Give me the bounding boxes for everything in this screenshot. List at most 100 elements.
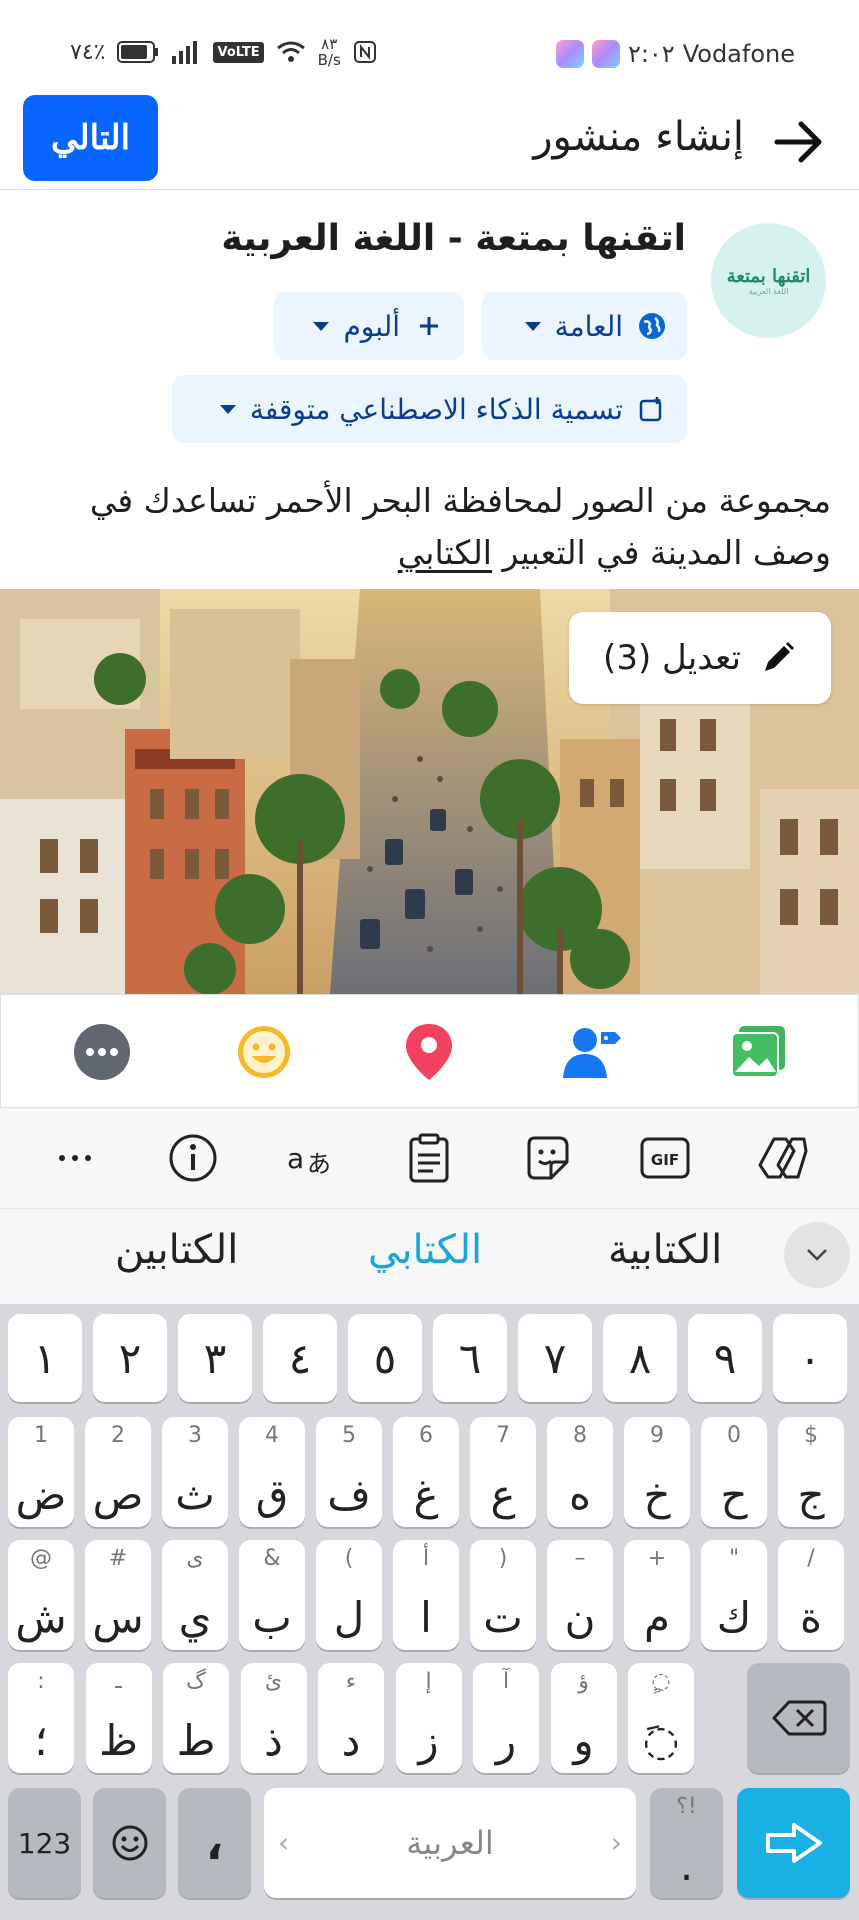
- chevron-down-icon: [219, 404, 236, 414]
- battery-icon: [117, 41, 159, 63]
- letter-key[interactable]: أا: [393, 1540, 459, 1650]
- audience-chip[interactable]: العامة: [482, 292, 687, 360]
- number-key[interactable]: ١: [8, 1314, 82, 1402]
- letter-key-hint: 7: [496, 1423, 510, 1448]
- number-key[interactable]: ٧: [518, 1314, 592, 1402]
- letter-key-hint: &: [263, 1546, 281, 1571]
- ai-label-chip[interactable]: تسمية الذكاء الاصطناعي متوقفة: [172, 375, 687, 443]
- letter-key[interactable]: ءد: [318, 1663, 384, 1773]
- translate-icon[interactable]: aあ: [283, 1130, 339, 1186]
- number-key-label: ٩: [713, 1333, 737, 1383]
- page-name: اتقنها بمتعة - اللغة العربية: [221, 218, 686, 259]
- more-tools-icon[interactable]: [47, 1130, 103, 1186]
- arrow-right-icon[interactable]: [769, 112, 829, 172]
- letter-key[interactable]: ـظ: [85, 1663, 152, 1773]
- letter-key[interactable]: ) ت: [470, 1540, 536, 1650]
- letter-key-hint: #: [108, 1546, 128, 1571]
- letter-key[interactable]: 3ث: [162, 1417, 228, 1527]
- comma-key[interactable]: ،: [178, 1788, 251, 1898]
- suggestion-item-active[interactable]: الكتابي: [368, 1227, 482, 1273]
- more-icon[interactable]: [67, 1017, 137, 1087]
- avatar[interactable]: اتقنها بمتعة اللغة العربية: [711, 223, 826, 338]
- letter-key-hint: 9: [650, 1423, 664, 1448]
- letter-key-label: ◌َ: [642, 1716, 680, 1765]
- numbers-key[interactable]: 123: [8, 1788, 81, 1898]
- letter-key[interactable]: " ك: [701, 1540, 767, 1650]
- letter-key-label: س: [92, 1593, 144, 1642]
- number-key-label: ٨: [628, 1333, 652, 1383]
- letter-key[interactable]: + م: [624, 1540, 690, 1650]
- letter-key[interactable]: @ ش: [8, 1540, 74, 1650]
- suggestion-item[interactable]: الكتابية: [608, 1227, 722, 1273]
- letter-key[interactable]: إز: [395, 1663, 462, 1773]
- enter-key[interactable]: [737, 1788, 850, 1898]
- post-text-input[interactable]: مجموعة من الصور لمحافظة البحر الأحمر تسا…: [21, 475, 831, 579]
- number-key[interactable]: ٨: [603, 1314, 677, 1402]
- status-bar: ٧٤٪ VoLTE ٨٣ B/s ٢:٠٢ Vodafone: [0, 0, 859, 92]
- letter-key[interactable]: ◌ٍ ◌َ: [628, 1663, 694, 1773]
- letter-key-hint: إ: [425, 1669, 432, 1694]
- letter-key[interactable]: ىي: [162, 1540, 228, 1650]
- letter-key[interactable]: 4ق: [239, 1417, 305, 1527]
- letter-key-hint: ": [728, 1546, 740, 1571]
- backspace-key[interactable]: [747, 1663, 850, 1773]
- number-key[interactable]: ٩: [688, 1314, 762, 1402]
- chevron-down-icon[interactable]: [784, 1222, 850, 1288]
- letter-key-label: ي: [178, 1593, 212, 1642]
- letter-key[interactable]: ئذ: [240, 1663, 307, 1773]
- letter-key[interactable]: 0ح: [701, 1417, 767, 1527]
- number-key-label: ١: [33, 1333, 57, 1383]
- gif-icon[interactable]: GIF: [637, 1130, 693, 1186]
- letter-key[interactable]: 6غ: [393, 1417, 459, 1527]
- clipboard-icon[interactable]: [401, 1130, 457, 1186]
- photo-icon[interactable]: [724, 1017, 794, 1087]
- number-key[interactable]: ٣: [178, 1314, 252, 1402]
- letter-key[interactable]: 7ع: [470, 1417, 536, 1527]
- letter-key[interactable]: # س: [85, 1540, 151, 1650]
- letter-key[interactable]: & ب: [239, 1540, 305, 1650]
- letter-key[interactable]: 9خ: [624, 1417, 690, 1527]
- number-key[interactable]: ٤: [263, 1314, 337, 1402]
- copilot-icon[interactable]: [755, 1130, 811, 1186]
- letter-key[interactable]: گط: [163, 1663, 229, 1773]
- number-key-label: ٢: [118, 1333, 142, 1383]
- letter-key-hint: آ: [502, 1669, 510, 1694]
- location-icon[interactable]: [394, 1017, 464, 1087]
- letter-key[interactable]: – ن: [547, 1540, 613, 1650]
- suggestion-item[interactable]: الكتابين: [115, 1227, 238, 1273]
- letter-key[interactable]: / ة: [778, 1540, 844, 1650]
- signal-icon: [172, 41, 198, 64]
- number-key[interactable]: ٥: [348, 1314, 422, 1402]
- letter-key[interactable]: $ ج: [778, 1417, 844, 1527]
- carrier-info: ٢:٠٢ Vodafone: [555, 40, 795, 68]
- tag-people-icon[interactable]: [558, 1017, 628, 1087]
- letter-key[interactable]: (ل: [316, 1540, 382, 1650]
- ai-label-text: تسمية الذكاء الاصطناعي متوقفة: [249, 392, 623, 426]
- letter-key-label: ص: [92, 1470, 144, 1519]
- comma-key-label: ،: [205, 1816, 224, 1870]
- number-key[interactable]: ٠: [773, 1314, 847, 1402]
- letter-key-hint: +: [647, 1546, 667, 1571]
- letter-key[interactable]: آر: [473, 1663, 539, 1773]
- letter-key[interactable]: : ؛: [8, 1663, 74, 1773]
- space-key[interactable]: ‹ العربية ›: [264, 1788, 636, 1898]
- enter-arrow-icon: [765, 1823, 822, 1863]
- sticker-icon[interactable]: [519, 1130, 575, 1186]
- letter-key[interactable]: ؤو: [550, 1663, 617, 1773]
- letter-key[interactable]: 5ف: [316, 1417, 382, 1527]
- letter-key-hint: گ: [186, 1669, 206, 1694]
- edit-photos-button[interactable]: تعديل (3): [569, 612, 831, 704]
- info-icon[interactable]: [165, 1130, 221, 1186]
- next-button[interactable]: التالي: [23, 95, 158, 181]
- page-title: إنشاء منشور: [533, 114, 744, 160]
- period-key[interactable]: ؟! .: [650, 1788, 723, 1898]
- number-key[interactable]: ٢: [93, 1314, 167, 1402]
- emoji-icon[interactable]: [229, 1017, 299, 1087]
- letter-key[interactable]: 8ه: [547, 1417, 613, 1527]
- letter-key[interactable]: 1ض: [8, 1417, 74, 1527]
- letter-key-hint: ◌ٍ: [651, 1669, 671, 1694]
- letter-key[interactable]: 2ص: [85, 1417, 151, 1527]
- album-chip[interactable]: ألبوم: [274, 292, 464, 360]
- number-key[interactable]: ٦: [433, 1314, 507, 1402]
- emoji-key[interactable]: [93, 1788, 166, 1898]
